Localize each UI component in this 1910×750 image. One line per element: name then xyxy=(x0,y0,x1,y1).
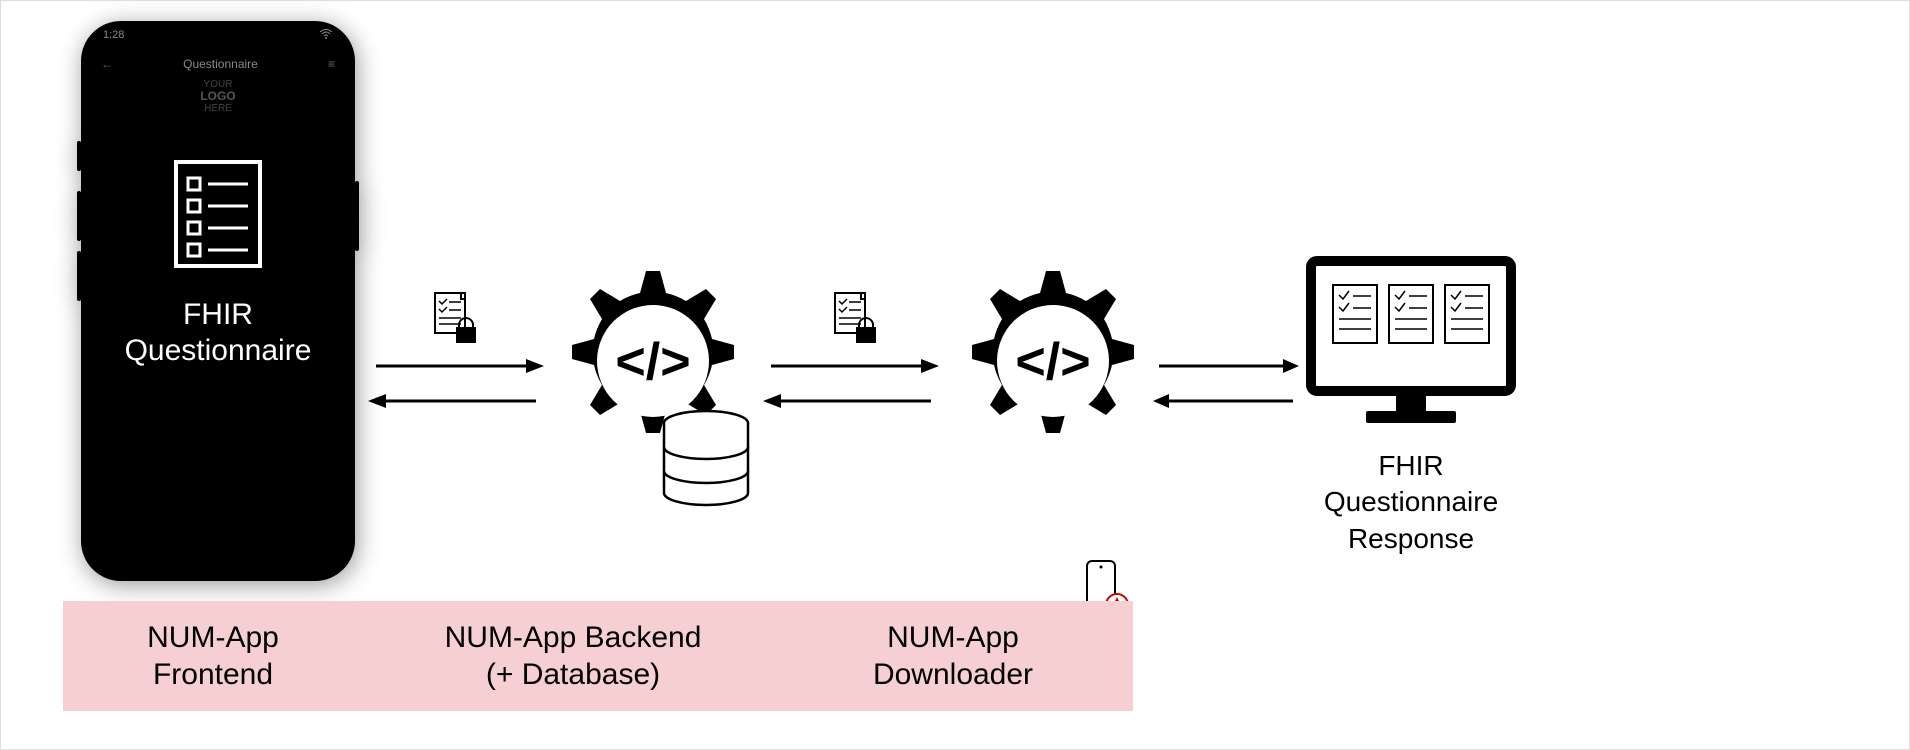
screen-title: Questionnaire xyxy=(183,57,258,71)
monitor-label-line3: Response xyxy=(1301,521,1521,557)
frontend-phone-mockup: 1:28 ← Questionnaire ≡ YOUR LOGO HERE xyxy=(81,21,355,581)
architecture-diagram: 1:28 ← Questionnaire ≡ YOUR LOGO HERE xyxy=(1,1,1909,749)
gear-code-icon: </> xyxy=(972,271,1134,433)
frontend-label-line1: NUM-App xyxy=(63,619,363,657)
logo-placeholder-line3: HERE xyxy=(81,103,355,114)
arrows-frontend-backend xyxy=(366,351,546,421)
frontend-label-line2: Frontend xyxy=(63,656,363,694)
fhir-label-line1: FHIR xyxy=(125,297,312,333)
monitor-icon xyxy=(1301,251,1521,431)
consumer-monitor: FHIR Questionnaire Response xyxy=(1301,251,1521,557)
fhir-label-line2: Questionnaire xyxy=(125,333,312,369)
logo-placeholder-line2: LOGO xyxy=(81,90,355,103)
monitor-label-line1: FHIR xyxy=(1301,448,1521,484)
questionnaire-icon xyxy=(168,154,268,279)
encrypted-document-icon xyxy=(831,291,881,352)
downloader-label-line2: Downloader xyxy=(783,656,1123,694)
encrypted-document-icon xyxy=(431,291,481,352)
backend-label-line2: (+ Database) xyxy=(363,656,783,694)
back-icon: ← xyxy=(101,57,113,71)
backend-label-line1: NUM-App Backend xyxy=(363,619,783,657)
downloader-node: </> xyxy=(941,261,1151,476)
svg-text:</>: </> xyxy=(1015,333,1090,391)
monitor-label-line2: Questionnaire xyxy=(1301,484,1521,520)
backend-node: </> xyxy=(541,261,771,526)
downloader-label-line1: NUM-App xyxy=(783,619,1123,657)
status-time: 1:28 xyxy=(103,29,124,42)
wifi-icon xyxy=(319,29,333,42)
gear-code-icon: </> xyxy=(572,271,734,433)
svg-text:</>: </> xyxy=(615,333,690,391)
database-icon xyxy=(664,411,748,505)
component-labels-bar: NUM-App Frontend NUM-App Backend (+ Data… xyxy=(63,601,1133,711)
arrows-downloader-consumer xyxy=(1151,351,1301,421)
menu-icon: ≡ xyxy=(328,57,335,71)
arrows-backend-downloader xyxy=(761,351,941,421)
